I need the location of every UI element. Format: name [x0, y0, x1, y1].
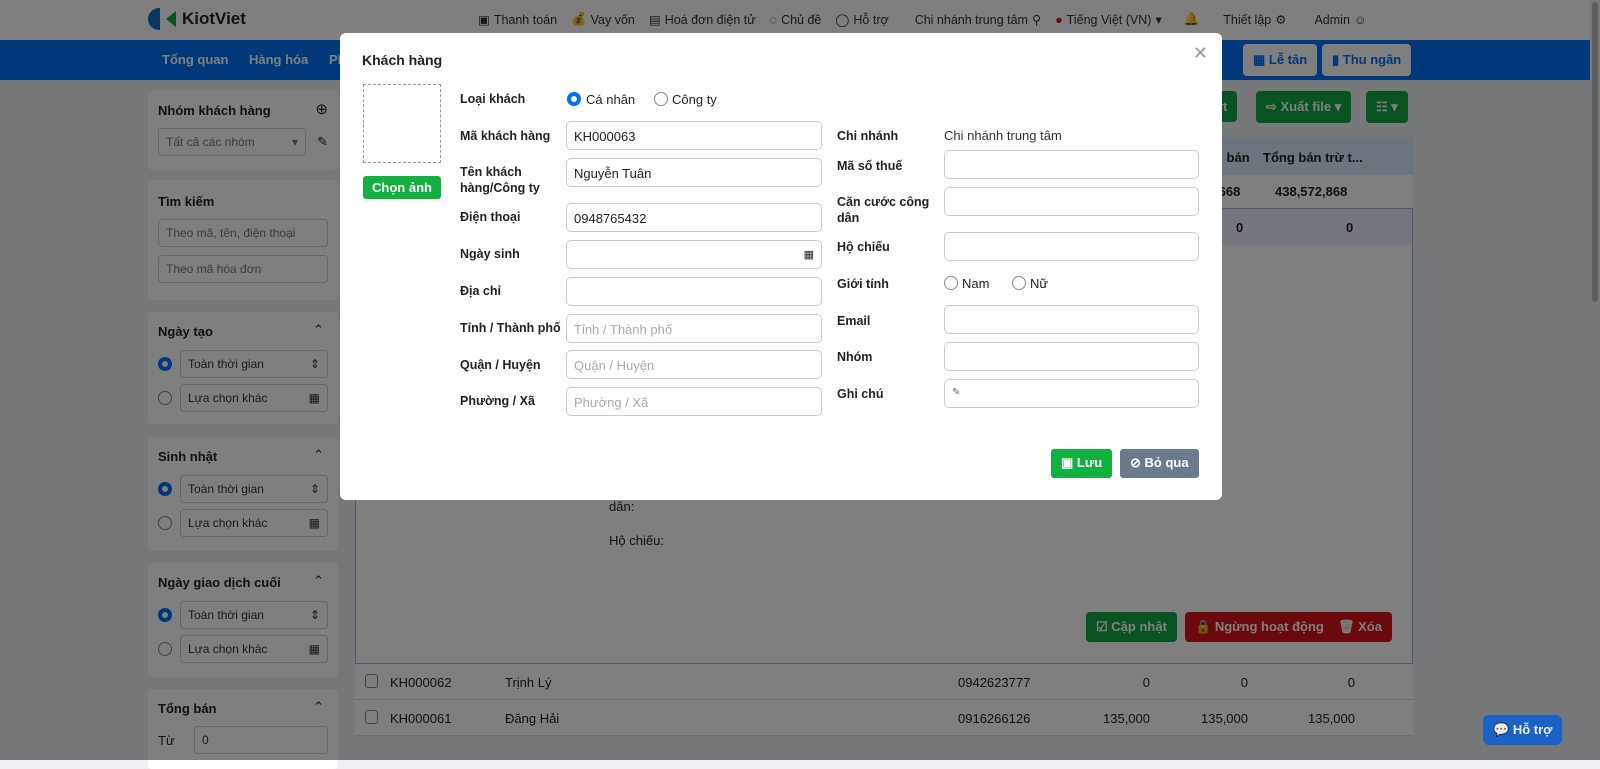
calendar-icon[interactable]: ▦ — [804, 248, 814, 261]
close-icon[interactable]: ✕ — [1193, 43, 1208, 64]
tax-code-input[interactable] — [944, 150, 1199, 179]
label: Mã khách hàng — [460, 129, 551, 143]
choose-image-button[interactable]: Chọn ảnh — [363, 176, 441, 199]
pencil-icon: ✎ — [952, 387, 961, 398]
label: Mã số thuế — [837, 159, 903, 173]
label: Phường / Xã — [460, 394, 535, 408]
radio-male[interactable] — [944, 276, 958, 290]
support-chat-button[interactable]: 💬 Hỗ trợ — [1483, 715, 1563, 745]
radio-company[interactable] — [654, 92, 668, 106]
label: Công ty — [672, 92, 717, 107]
label: Tỉnh / Thành phố — [460, 321, 561, 335]
label: Điện thoại — [460, 210, 521, 224]
customer-code-input[interactable]: KH000063 — [566, 121, 822, 150]
label: Căn cước công dân — [837, 195, 930, 225]
passport-input[interactable] — [944, 232, 1199, 261]
id-card-input[interactable] — [944, 187, 1199, 216]
label: Hỗ trợ — [1512, 722, 1553, 737]
label: Quận / Huyện — [460, 358, 541, 372]
avatar-placeholder — [363, 84, 441, 163]
save-icon: ▣ — [1061, 455, 1074, 470]
customer-dialog: Khách hàng ✕ Chọn ảnh Loại khách Cá nhân… — [340, 33, 1222, 500]
note-input[interactable]: ✎ — [944, 379, 1199, 408]
radio-female[interactable] — [1012, 276, 1026, 290]
district-input[interactable]: Quận / Huyện — [566, 350, 822, 379]
city-input[interactable]: Tỉnh / Thành phố — [566, 314, 822, 343]
label: Nữ — [1030, 276, 1049, 291]
label: Lưu — [1076, 455, 1103, 470]
group-input[interactable] — [944, 342, 1199, 371]
customer-name-input[interactable]: Nguyễn Tuân — [566, 158, 822, 187]
email-input[interactable] — [944, 305, 1199, 334]
branch-value: Chi nhánh trung tâm — [944, 128, 1062, 143]
label: Ghi chú — [837, 387, 884, 401]
dialog-title: Khách hàng — [362, 52, 443, 68]
label: Nhóm — [837, 350, 873, 364]
label: Hộ chiếu — [837, 240, 890, 254]
label: Nam — [962, 276, 990, 291]
cancel-button[interactable]: ⊘ Bỏ qua — [1120, 449, 1199, 478]
birthdate-input[interactable]: ▦ — [566, 240, 822, 269]
label: Loại khách — [460, 92, 526, 106]
label: Bỏ qua — [1144, 455, 1189, 470]
ward-input[interactable]: Phường / Xã — [566, 387, 822, 416]
label: Địa chỉ — [460, 284, 501, 298]
save-button[interactable]: ▣ Lưu — [1051, 449, 1113, 478]
label: Ngày sinh — [460, 247, 520, 261]
radio-personal[interactable] — [567, 92, 581, 106]
label: Tên khách hàng/Công ty — [460, 165, 540, 195]
address-input[interactable] — [566, 277, 822, 306]
label: Email — [837, 314, 871, 328]
label: Giới tính — [837, 277, 889, 291]
phone-input[interactable]: 0948765432 — [566, 203, 822, 232]
label: Chi nhánh — [837, 129, 899, 143]
label: Cá nhân — [586, 92, 636, 107]
ban-icon: ⊘ — [1130, 455, 1141, 470]
